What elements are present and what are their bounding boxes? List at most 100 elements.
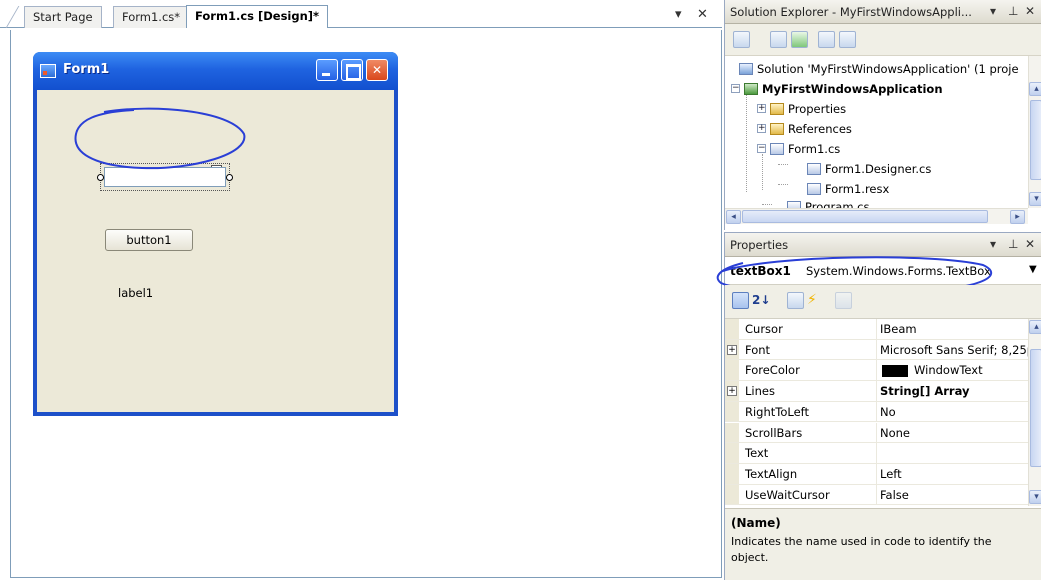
tree-item-form1-designer[interactable]: Form1.Designer.cs (807, 158, 931, 178)
categorized-icon[interactable] (732, 292, 749, 309)
close-icon[interactable]: ✕ (1025, 4, 1035, 18)
tree-item-label: Form1.cs (788, 141, 841, 156)
property-name: Text (745, 446, 769, 461)
scroll-thumb[interactable] (1030, 100, 1041, 180)
expand-icon[interactable]: + (757, 124, 766, 133)
tree-item-properties[interactable]: + Properties (757, 98, 846, 118)
tree-item-references[interactable]: + References (757, 118, 852, 138)
form-title: Form1 (63, 62, 110, 77)
csharp-project-icon (744, 82, 758, 95)
refresh-icon[interactable] (791, 31, 808, 48)
properties-icon[interactable] (733, 31, 750, 48)
properties-folder-icon (770, 102, 784, 115)
property-value[interactable]: None (880, 426, 1028, 440)
property-grid-scrollbar[interactable]: ▴ ▾ (1028, 319, 1041, 506)
property-value[interactable]: IBeam (880, 322, 1028, 336)
property-row-righttoleft[interactable]: RightToLeft No (725, 401, 1028, 423)
property-value[interactable]: WindowText (880, 363, 1028, 377)
property-row-scrollbars[interactable]: ScrollBars None (725, 422, 1028, 444)
expand-icon[interactable]: + (727, 344, 737, 355)
close-icon[interactable]: ✕ (1025, 237, 1035, 251)
form-app-icon (40, 64, 56, 78)
form-titlebar[interactable]: Form1 ✕ (33, 52, 398, 90)
minimize-icon[interactable] (316, 59, 338, 81)
property-name: Lines (745, 384, 775, 399)
close-icon[interactable]: ✕ (697, 7, 708, 22)
solution-tree-horizontal-scrollbar[interactable]: ◂ ▸ (725, 208, 1028, 224)
tree-item-form1-cs[interactable]: − Form1.cs (757, 138, 840, 158)
property-name: RightToLeft (745, 404, 810, 419)
description-text: Indicates the name used in code to ident… (731, 535, 992, 564)
property-row-lines[interactable]: + Lines String[] Array (725, 381, 1028, 402)
chevron-down-icon[interactable]: ▾ (990, 4, 996, 18)
tree-item-project[interactable]: − MyFirstWindowsApplication (731, 78, 943, 98)
solution-icon (739, 62, 753, 75)
solution-explorer-panel: Solution Explorer - MyFirstWindowsAppli.… (724, 0, 1041, 230)
properties-toolbar: 2↓ ⚡ (725, 285, 1041, 319)
view-designer-icon[interactable] (839, 31, 856, 48)
events-lightning-icon[interactable]: ⚡ (807, 292, 824, 309)
chevron-down-icon[interactable]: ▾ (675, 7, 682, 22)
window-close-icon[interactable]: ✕ (366, 59, 388, 81)
view-code-icon[interactable] (818, 31, 835, 48)
show-all-files-icon[interactable] (770, 31, 787, 48)
tree-item-solution[interactable]: Solution 'MyFirstWindowsApplication' (1 … (739, 58, 1019, 78)
button1-control[interactable]: button1 (105, 229, 193, 251)
maximize-icon[interactable] (341, 59, 363, 81)
property-pages-icon[interactable] (835, 292, 852, 309)
property-row-forecolor[interactable]: ForeColor WindowText (725, 360, 1028, 382)
property-value[interactable]: False (880, 488, 1028, 502)
scroll-thumb[interactable] (1030, 349, 1041, 467)
property-value[interactable]: String[] Array (880, 384, 1028, 398)
expand-icon[interactable]: + (727, 386, 737, 397)
cs-file-icon (807, 162, 821, 175)
scroll-up-icon[interactable]: ▴ (1029, 320, 1041, 334)
scroll-thumb[interactable] (742, 210, 988, 223)
scroll-down-icon[interactable]: ▾ (1029, 490, 1041, 504)
property-row-font[interactable]: + Font Microsoft Sans Serif; 8,25pt (725, 339, 1028, 361)
solution-explorer-header: Solution Explorer - MyFirstWindowsAppli.… (725, 0, 1041, 24)
property-row-cursor[interactable]: Cursor IBeam (725, 319, 1028, 340)
tree-item-program-cs[interactable]: Program.cs (787, 196, 870, 208)
resize-handle-left[interactable] (97, 174, 104, 181)
property-value-text: WindowText (914, 363, 983, 378)
chevron-down-icon[interactable]: ▾ (990, 237, 996, 251)
solution-tree-vertical-scrollbar[interactable]: ▴ ▾ (1028, 56, 1041, 208)
property-value[interactable]: Left (880, 467, 1028, 481)
tab-form1-code[interactable]: Form1.cs* (113, 6, 190, 28)
property-name: Cursor (745, 322, 783, 336)
alphabetical-sort-icon[interactable]: 2↓ (752, 292, 774, 309)
pin-icon[interactable]: ⊥ (1008, 237, 1018, 251)
property-name: Font (745, 342, 771, 357)
property-row-usewaitcursor[interactable]: UseWaitCursor False (725, 484, 1028, 506)
collapse-icon[interactable]: − (757, 144, 766, 153)
resize-handle-right[interactable] (226, 174, 233, 181)
property-name: ForeColor (745, 363, 800, 378)
scroll-right-icon[interactable]: ▸ (1010, 210, 1025, 224)
tab-start-page[interactable]: Start Page (24, 6, 102, 28)
pin-icon[interactable]: ⊥ (1008, 4, 1018, 18)
form-file-icon (770, 142, 784, 155)
property-row-textalign[interactable]: TextAlign Left (725, 463, 1028, 485)
tree-item-label: Form1.Designer.cs (825, 161, 932, 176)
property-name: UseWaitCursor (745, 487, 830, 502)
property-value[interactable]: No (880, 405, 1028, 419)
property-name: ScrollBars (745, 425, 803, 440)
tree-item-form1-resx[interactable]: Form1.resx (807, 178, 889, 198)
annotation-ellipse-textbox (74, 107, 246, 170)
document-tab-strip: Start Page Form1.cs* Form1.cs [Design]* … (0, 0, 722, 28)
scroll-left-icon[interactable]: ◂ (726, 210, 741, 224)
tab-form1-design[interactable]: Form1.cs [Design]* (186, 5, 329, 28)
label1-control[interactable]: label1 (118, 286, 153, 300)
properties-view-icon[interactable] (787, 292, 804, 309)
scroll-up-icon[interactable]: ▴ (1029, 82, 1041, 96)
solution-tree: Solution 'MyFirstWindowsApplication' (1 … (725, 56, 1030, 208)
scroll-down-icon[interactable]: ▾ (1029, 192, 1041, 206)
color-swatch (882, 364, 908, 377)
property-row-text[interactable]: Text (725, 443, 1028, 464)
expand-icon[interactable]: + (757, 104, 766, 113)
collapse-icon[interactable]: − (731, 84, 740, 93)
property-value[interactable]: Microsoft Sans Serif; 8,25pt (880, 343, 1028, 357)
chevron-down-icon[interactable]: ▼ (1029, 264, 1037, 275)
properties-panel: Properties ▾ ⊥ ✕ textBox1 System.Windows… (716, 232, 1041, 580)
